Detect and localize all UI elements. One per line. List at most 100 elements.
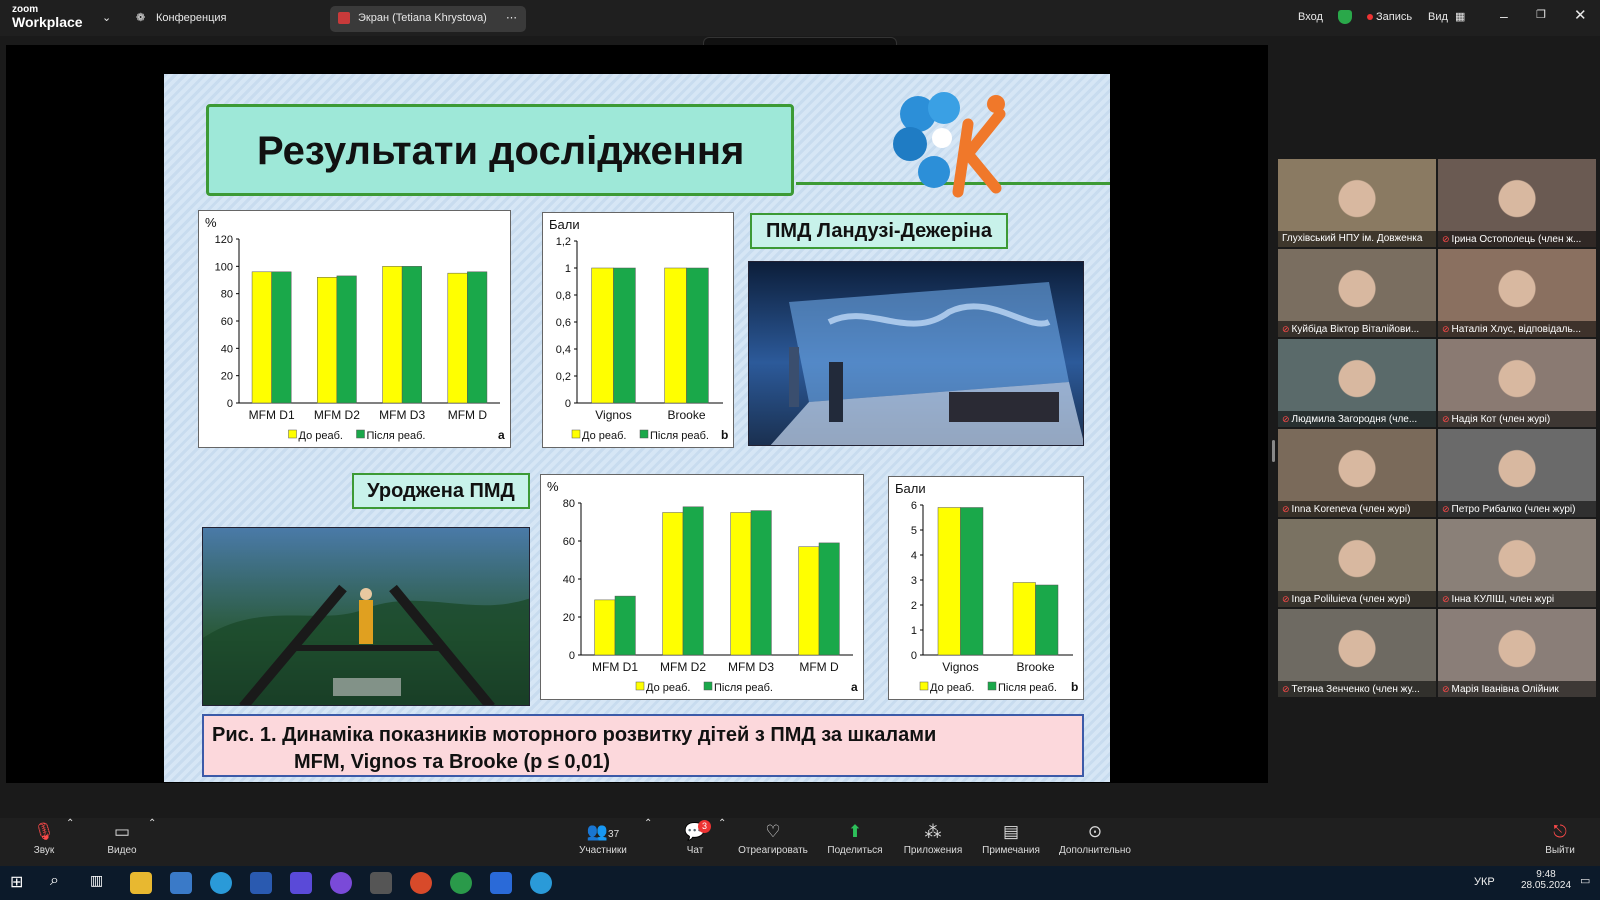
participants-chevron-icon[interactable]: ⌃ xyxy=(644,818,652,829)
participant-tile[interactable]: ⊘ Куйбіда Віктор Віталійови... xyxy=(1278,249,1436,337)
react-label: Отреагировать xyxy=(738,845,808,856)
mic-muted-icon: ⊘ xyxy=(1442,504,1450,514)
chat-chevron-icon[interactable]: ⌃ xyxy=(718,818,726,829)
view-button[interactable]: Вид xyxy=(1428,11,1448,23)
meeting-name[interactable]: Конференция xyxy=(156,12,226,24)
task-view-icon[interactable]: ▥ xyxy=(90,872,112,894)
bar xyxy=(750,510,772,656)
label-ldmd: ПМД Ландузі-Дежеріна xyxy=(750,213,1008,249)
participants-count: 37 xyxy=(608,829,620,840)
y-tick-label: 3 xyxy=(911,575,917,587)
legend-swatch xyxy=(987,681,997,691)
legend-swatch xyxy=(635,681,645,691)
telegram-icon[interactable] xyxy=(210,872,232,894)
participant-tile[interactable]: ⊘ Inga Poliluieva (член журі) xyxy=(1278,519,1436,607)
video-editor-icon[interactable] xyxy=(370,872,392,894)
y-tick-label: 1,2 xyxy=(556,236,571,248)
participant-tile[interactable]: ⊘ Петро Рибалко (член журі) xyxy=(1438,429,1596,517)
chrome-icon[interactable] xyxy=(450,872,472,894)
participant-name: ⊘ Інна КУЛІШ, член журі xyxy=(1438,591,1596,607)
panel-letter: a xyxy=(851,680,858,694)
share-button[interactable]: ⬆ Поделиться xyxy=(822,822,888,856)
notes-button[interactable]: ▤ Примечания xyxy=(978,822,1044,856)
bar xyxy=(594,599,616,656)
leave-icon: ⎋ xyxy=(1553,822,1567,841)
video-options-chevron-icon[interactable]: ⌃ xyxy=(148,818,156,829)
screen-share-tab[interactable]: Экран (Tetiana Khrystova) ⋯ xyxy=(330,6,526,32)
app-icon-2[interactable] xyxy=(170,872,192,894)
notes-icon: ▤ xyxy=(1002,822,1020,841)
participant-name: ⊘ Надія Кот (член журі) xyxy=(1438,411,1596,427)
participant-tile[interactable]: ⊘ Марія Іванівна Олійник xyxy=(1438,609,1596,697)
file-explorer-icon[interactable] xyxy=(130,872,152,894)
meeting-info-icon[interactable]: ❁ xyxy=(136,11,145,24)
participant-tile[interactable]: ⊘ Тетяна Зенченко (член жу... xyxy=(1278,609,1436,697)
participants-button[interactable]: 👥37 Участники xyxy=(574,822,632,856)
restore-icon[interactable]: ❐ xyxy=(1536,8,1546,21)
more-options-icon[interactable]: ⋯ xyxy=(506,11,517,24)
chat-label: Чат xyxy=(686,845,704,856)
viber-icon[interactable] xyxy=(330,872,352,894)
bar xyxy=(447,272,468,404)
react-button[interactable]: ♡ Отреагировать xyxy=(734,822,812,856)
windows-start-icon[interactable]: ⊞ xyxy=(10,872,32,894)
y-tick-label: 6 xyxy=(911,500,917,512)
x-tick-label: MFM D1 xyxy=(249,408,295,422)
participant-tile[interactable]: ⊘ Inna Koreneva (член журі) xyxy=(1278,429,1436,517)
video-button[interactable]: ▭ Видео xyxy=(100,822,144,856)
minimize-icon[interactable]: – xyxy=(1500,8,1508,24)
app-icon-vpn[interactable] xyxy=(290,872,312,894)
close-icon[interactable]: ✕ xyxy=(1574,6,1587,24)
logo-bottom-text: Workplace xyxy=(12,14,83,30)
clock[interactable]: 9:48 28.05.2024 xyxy=(1516,869,1576,891)
y-tick-label: 100 xyxy=(215,261,233,273)
audio-button[interactable]: 🎙 Звук xyxy=(22,822,66,856)
chevron-down-icon[interactable]: ⌄ xyxy=(102,11,111,24)
audio-options-chevron-icon[interactable]: ⌃ xyxy=(66,818,74,829)
record-indicator[interactable]: Запись xyxy=(1376,11,1412,23)
x-tick-label: MFM D3 xyxy=(379,408,425,422)
participant-tile[interactable]: ⊘ Надія Кот (член журі) xyxy=(1438,339,1596,427)
telegram-icon-2[interactable] xyxy=(530,872,552,894)
title-bar: zoom Workplace ⌄ ❁ Конференция Экран (Te… xyxy=(0,0,1600,36)
powerpoint-icon[interactable] xyxy=(410,872,432,894)
search-icon[interactable]: ⌕ xyxy=(50,872,72,894)
video-label: Видео xyxy=(107,845,137,856)
mic-muted-icon: ⊘ xyxy=(1282,684,1290,694)
shield-icon[interactable] xyxy=(1338,10,1352,24)
signin-button[interactable]: Вход xyxy=(1298,11,1323,23)
bar xyxy=(382,266,403,404)
leave-button[interactable]: ⎋ Выйти xyxy=(1538,822,1582,856)
mic-muted-icon: ⊘ xyxy=(1442,594,1450,604)
video-camera-icon: ▭ xyxy=(113,822,131,841)
participants-label: Участники xyxy=(579,845,627,856)
bar xyxy=(336,275,357,404)
slide-title: Результати дослідження xyxy=(257,129,745,173)
apps-button[interactable]: ⁂ Приложения xyxy=(900,822,966,856)
word-icon[interactable] xyxy=(250,872,272,894)
bar xyxy=(401,266,422,404)
participant-tile[interactable]: ⊘ Ірина Остополець (член ж... xyxy=(1438,159,1596,247)
keyboard-language[interactable]: УКР xyxy=(1474,876,1495,888)
participant-tile[interactable]: ⊘ Наталія Хлус, відповідаль... xyxy=(1438,249,1596,337)
bar xyxy=(467,271,488,404)
legend-swatch xyxy=(571,429,581,439)
chat-button[interactable]: 💬 Чат 3 xyxy=(678,820,712,856)
legend-label: До реаб. xyxy=(582,430,626,442)
bar xyxy=(662,512,684,656)
gallery-resize-handle[interactable] xyxy=(1272,440,1275,462)
participant-name: ⊘ Куйбіда Віктор Віталійови... xyxy=(1278,321,1436,337)
notifications-icon[interactable]: ▭ xyxy=(1580,874,1590,887)
y-axis-label: Бали xyxy=(895,481,926,496)
bar xyxy=(798,546,820,656)
participant-tile[interactable]: Глухівський НПУ ім. Довженка xyxy=(1278,159,1436,247)
participant-tile[interactable]: ⊘ Інна КУЛІШ, член журі xyxy=(1438,519,1596,607)
zoom-taskbar-icon[interactable] xyxy=(490,872,512,894)
x-tick-label: Vignos xyxy=(942,660,978,674)
legend-label: Після реаб. xyxy=(998,682,1057,694)
more-button[interactable]: ⊙ Дополнительно xyxy=(1056,822,1134,856)
record-dot-icon xyxy=(1367,14,1373,20)
x-tick-label: MFM D3 xyxy=(728,660,774,674)
y-tick-label: 40 xyxy=(563,574,575,586)
participant-tile[interactable]: ⊘ Людмила Загородня (чле... xyxy=(1278,339,1436,427)
